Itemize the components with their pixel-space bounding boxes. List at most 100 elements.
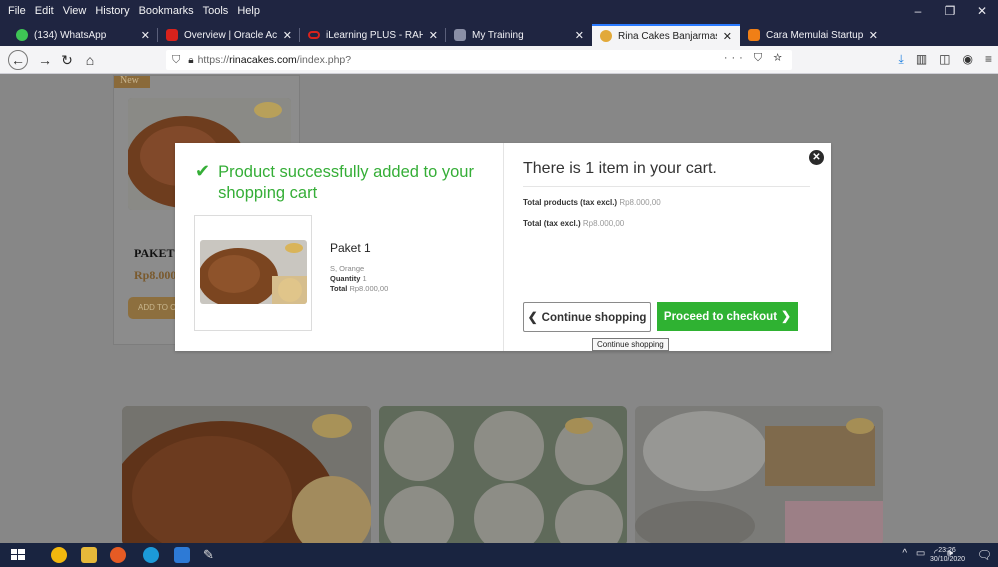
- checkout-label: Proceed to checkout: [663, 311, 778, 323]
- menu-bar: File Edit View History Bookmarks Tools H…: [0, 0, 998, 22]
- menu-edit[interactable]: Edit: [35, 5, 54, 17]
- total-tax-line: Total (tax excl.) Rp8.000,00: [523, 219, 624, 228]
- url-prefix: https://: [197, 54, 230, 66]
- page-actions[interactable]: ··· ⛉ ☆: [724, 52, 786, 65]
- tab-close-icon[interactable]: ✕: [141, 29, 150, 42]
- paint-icon[interactable]: ✎: [203, 547, 219, 563]
- gallery-image[interactable]: [635, 406, 883, 543]
- library-icon[interactable]: ▥: [916, 52, 927, 67]
- continue-shopping-label: Continue shopping: [541, 312, 647, 324]
- menu-file[interactable]: File: [8, 5, 26, 17]
- modal-product-info: Paket 1 S, Orange Quantity 1 Total Rp8.0…: [330, 241, 388, 294]
- url-bar[interactable]: ⛉ 🔒︎ https://rinacakes.com/index.php? ··…: [166, 50, 792, 70]
- gallery-image[interactable]: [122, 406, 371, 543]
- tab-my-training[interactable]: My Training ✕: [446, 24, 592, 46]
- total-products-line: Total products (tax excl.) Rp8.000,00: [523, 198, 661, 207]
- tab-close-icon[interactable]: ✕: [283, 29, 292, 42]
- rina-cakes-icon: [600, 30, 612, 42]
- clock-time: 23:26: [938, 547, 956, 554]
- tab-startup[interactable]: Cara Memulai Startup di Masa ✕: [740, 24, 886, 46]
- tab-label: Overview | Oracle Academy: [184, 29, 277, 41]
- tab-whatsapp[interactable]: (134) WhatsApp ✕: [8, 24, 158, 46]
- tab-ilearning[interactable]: iLearning PLUS - RAHIMI_FITRI ✕: [300, 24, 446, 46]
- modal-product-image: [194, 215, 312, 331]
- tab-rina-cakes[interactable]: Rina Cakes Banjarmasin ✕: [592, 24, 740, 46]
- gallery-image[interactable]: [379, 406, 627, 543]
- total-tax-value: Rp8.000,00: [582, 219, 625, 228]
- total-value: Rp8.000,00: [349, 284, 389, 293]
- edge-icon[interactable]: [143, 547, 159, 563]
- success-text: Product successfully added to your shopp…: [218, 163, 474, 202]
- menu-tools[interactable]: Tools: [203, 5, 229, 17]
- training-icon: [454, 29, 466, 41]
- tooltip: Continue shopping: [592, 338, 669, 351]
- forward-button[interactable]: →: [34, 49, 56, 71]
- tab-label: iLearning PLUS - RAHIMI_FITRI: [326, 29, 423, 41]
- oracle-icon: [166, 29, 178, 41]
- sidebar-icon[interactable]: ◫: [939, 52, 950, 67]
- proceed-to-checkout-button[interactable]: Proceed to checkout ❯: [657, 302, 798, 331]
- menu-history[interactable]: History: [95, 5, 129, 17]
- notification-icon[interactable]: 🗨︎: [977, 548, 992, 562]
- close-window-icon[interactable]: ✕: [966, 0, 998, 22]
- tab-label: Cara Memulai Startup di Masa: [766, 29, 863, 41]
- back-button[interactable]: ←: [8, 50, 28, 70]
- menu-view[interactable]: View: [63, 5, 87, 17]
- continue-shopping-button[interactable]: ❮ Continue shopping: [523, 302, 651, 332]
- tab-label: My Training: [472, 29, 524, 41]
- modal-product-panel: ✔ Product successfully added to your sho…: [175, 143, 504, 351]
- tab-label: (134) WhatsApp: [34, 29, 107, 41]
- url-domain: rinacakes.com: [229, 54, 297, 66]
- modal-cart-panel: There is 1 item in your cart. ✕ Total pr…: [504, 143, 831, 351]
- total-products-value: Rp8.000,00: [619, 198, 661, 207]
- menu-bookmarks[interactable]: Bookmarks: [139, 5, 194, 17]
- article-icon: [748, 29, 760, 41]
- new-label: New: [114, 76, 150, 88]
- tab-oracle-academy[interactable]: Overview | Oracle Academy ✕: [158, 24, 300, 46]
- tab-strip: (134) WhatsApp ✕ Overview | Oracle Acade…: [0, 22, 998, 64]
- chevron-left-icon: ❮: [527, 310, 538, 324]
- url-path: /index.php?: [296, 54, 352, 66]
- total-tax-label: Total (tax excl.): [523, 219, 581, 228]
- lock-icon[interactable]: 🔒︎: [188, 55, 193, 66]
- menu-icon[interactable]: ≡: [985, 52, 992, 67]
- divider: [523, 186, 810, 187]
- total-label: Total: [330, 284, 348, 293]
- shield-icon[interactable]: ⛉: [172, 54, 180, 67]
- product-price: Rp8.000: [134, 268, 177, 282]
- tab-close-icon[interactable]: ✕: [869, 29, 878, 42]
- quantity-label: Quantity: [330, 274, 361, 283]
- chevron-right-icon: ❯: [781, 309, 792, 323]
- firefox-icon[interactable]: [110, 547, 126, 563]
- tab-close-icon[interactable]: ✕: [429, 29, 438, 42]
- menu-help[interactable]: Help: [237, 5, 260, 17]
- check-icon: ✔: [195, 161, 211, 181]
- account-icon[interactable]: ◉: [963, 52, 973, 67]
- modal-product-name: Paket 1: [330, 241, 371, 255]
- oracle-icon: [308, 31, 320, 39]
- minimize-icon[interactable]: –: [902, 0, 934, 22]
- clock-date: 30/10/2020: [930, 556, 966, 563]
- home-button[interactable]: ⌂: [79, 49, 101, 71]
- windows-start-icon[interactable]: [10, 547, 26, 563]
- close-icon[interactable]: ✕: [809, 150, 824, 165]
- total-products-label: Total products (tax excl.): [523, 198, 618, 207]
- whatsapp-icon: [16, 29, 28, 41]
- nav-bar: ← → ↻ ⌂ ⛉ 🔒︎ https://rinacakes.com/index…: [0, 46, 998, 74]
- mail-icon[interactable]: [174, 547, 190, 563]
- quantity-value: 1: [362, 274, 367, 283]
- restore-icon[interactable]: ❐: [934, 0, 966, 22]
- cart-modal: ✔ Product successfully added to your sho…: [175, 143, 831, 351]
- reload-button[interactable]: ↻: [56, 49, 78, 71]
- taskbar: ✎ ^ ▭ ◜ 🕪︎ 23:26 30/10/2020 🗨︎: [0, 543, 998, 567]
- tab-close-icon[interactable]: ✕: [575, 29, 584, 42]
- cart-title: There is 1 item in your cart.: [523, 160, 717, 177]
- product-attribute: S, Orange: [330, 264, 365, 273]
- download-icon[interactable]: ⤓: [899, 52, 904, 67]
- tab-close-icon[interactable]: ✕: [723, 30, 732, 43]
- chrome-icon[interactable]: [51, 547, 67, 563]
- tab-label: Rina Cakes Banjarmasin: [618, 30, 717, 42]
- clock[interactable]: 23:26 30/10/2020: [930, 546, 966, 564]
- file-explorer-icon[interactable]: [81, 547, 97, 563]
- success-message: ✔ Product successfully added to your sho…: [195, 162, 495, 204]
